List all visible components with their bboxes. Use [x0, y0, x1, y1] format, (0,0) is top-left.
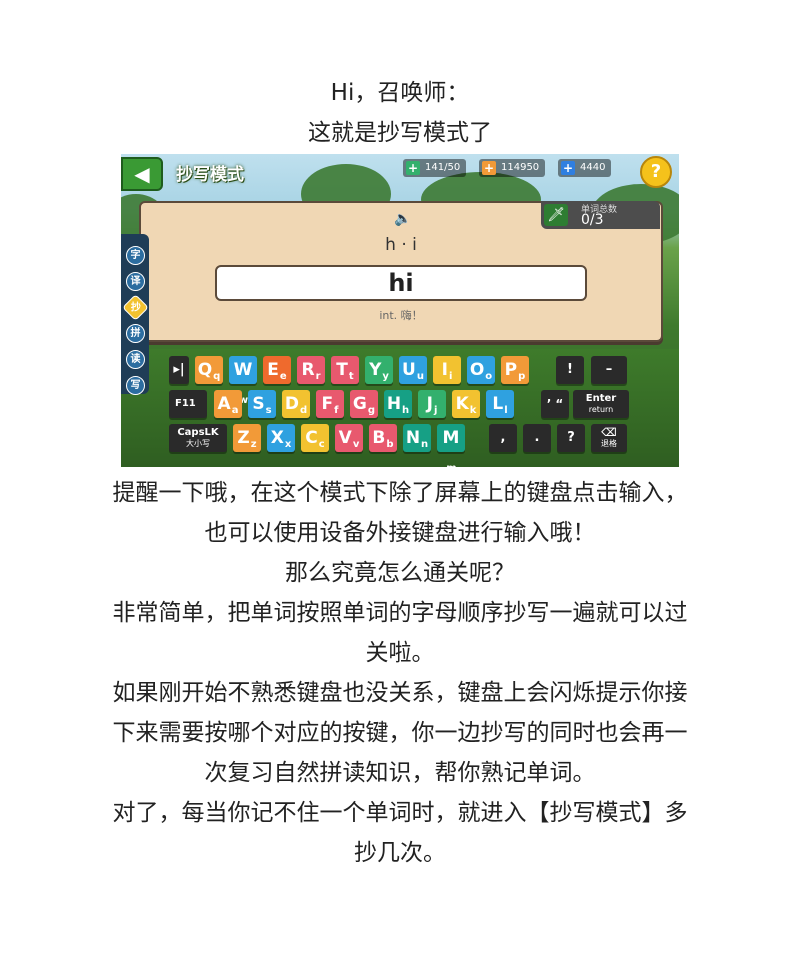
gems-stat: + 4440 — [558, 159, 612, 177]
key-g[interactable]: Gg — [350, 390, 378, 418]
sword-icon: 🗡 — [544, 204, 568, 226]
key-q[interactable]: Qq — [195, 356, 223, 384]
mode-tab[interactable]: 读 — [126, 350, 145, 369]
key-j[interactable]: Jj — [418, 390, 446, 418]
key-period[interactable]: . — [523, 424, 551, 452]
key-a[interactable]: Aa — [214, 390, 242, 418]
key-p[interactable]: Pp — [501, 356, 529, 384]
answer-input[interactable]: hi — [215, 265, 587, 301]
add-energy-icon[interactable]: + — [406, 161, 420, 175]
key-tab[interactable]: ▸| — [169, 356, 189, 384]
mode-tab[interactable]: 拼 — [126, 324, 145, 343]
key-b[interactable]: Bb — [369, 424, 397, 452]
add-coins-icon[interactable]: + — [482, 161, 496, 175]
key-comma[interactable]: , — [489, 424, 517, 452]
key-i[interactable]: Ii — [433, 356, 461, 384]
key-d[interactable]: Dd — [282, 390, 310, 418]
key-dash[interactable]: – — [591, 356, 627, 384]
intro-subtitle: 这就是抄写模式了 — [308, 120, 492, 146]
add-gems-icon[interactable]: + — [561, 161, 575, 175]
back-button[interactable]: ◀ — [121, 157, 163, 191]
key-quote[interactable]: ’ “ — [541, 390, 569, 418]
key-u[interactable]: Uu — [399, 356, 427, 384]
coins-value: 114950 — [501, 162, 540, 173]
key-x[interactable]: Xx — [267, 424, 295, 452]
back-arrow-icon: ◀ — [134, 162, 150, 186]
intro-greeting: Hi，召唤师： — [330, 80, 470, 106]
key-k[interactable]: Kk — [452, 390, 480, 418]
word-counter: 🗡 单词总数 0/3 — [541, 201, 660, 229]
syllables: h · i — [385, 235, 417, 255]
mode-title: 抄写模式 — [176, 165, 244, 185]
body-text: 提醒一下哦，在这个模式下除了屏幕上的键盘点击输入，也可以使用设备外接键盘进行输入… — [110, 473, 690, 873]
key-backspace[interactable]: ⌫ 退格 — [591, 424, 627, 452]
key-y[interactable]: Yy — [365, 356, 393, 384]
word-meaning: int. 嗨！ — [379, 309, 423, 322]
key-z[interactable]: Zz — [233, 424, 261, 452]
mode-tab[interactable]: 译 — [126, 272, 145, 291]
intro-text: Hi，召唤师： 这就是抄写模式了 — [110, 73, 690, 153]
game-screenshot: ◀ 抄写模式 + 141/50 + 114950 + 4440 ? 🔈 h · … — [121, 154, 679, 467]
gems-value: 4440 — [580, 162, 606, 173]
paragraph-question: 那么究竟怎么通关呢？ — [285, 560, 515, 586]
key-question[interactable]: ? — [557, 424, 585, 452]
key-n[interactable]: Nn — [403, 424, 431, 452]
key-f11[interactable]: F11 — [169, 390, 207, 418]
key-t[interactable]: Tt — [331, 356, 359, 384]
key-l[interactable]: Ll — [486, 390, 514, 418]
counter-value: 0/3 — [581, 212, 604, 228]
speaker-icon[interactable]: 🔈 — [394, 211, 411, 227]
backspace-icon: ⌫ — [601, 426, 617, 439]
key-e[interactable]: Ee — [263, 356, 291, 384]
key-s[interactable]: Ss — [248, 390, 276, 418]
energy-value: 141/50 — [425, 162, 461, 173]
key-f[interactable]: Ff — [316, 390, 344, 418]
key-o[interactable]: Oo — [467, 356, 495, 384]
mode-tab[interactable]: 写 — [126, 376, 145, 395]
paragraph-reminder: 对了，每当你记不住一个单词时，就进入【抄写模式】多抄几次。 — [112, 800, 688, 866]
key-w[interactable]: Ww — [229, 356, 257, 406]
key-r[interactable]: Rr — [297, 356, 325, 384]
paragraph-hint: 如果刚开始不熟悉键盘也没关系，键盘上会闪烁提示你接下来需要按哪个对应的按键，你一… — [112, 680, 688, 786]
key-h[interactable]: Hh — [384, 390, 412, 418]
key-enter[interactable]: Enter return — [573, 390, 629, 418]
key-v[interactable]: Vv — [335, 424, 363, 452]
help-button[interactable]: ? — [640, 156, 672, 188]
coins-stat: + 114950 — [479, 159, 546, 177]
paragraph-how-to-pass: 非常简单，把单词按照单词的字母顺序抄写一遍就可以过关啦。 — [112, 600, 688, 666]
mode-tab[interactable]: 字 — [126, 246, 145, 265]
key-exclamation[interactable]: ! — [556, 356, 584, 384]
mode-tab[interactable]: 抄 — [122, 294, 149, 321]
paragraph-keyboard-tip: 提醒一下哦，在这个模式下除了屏幕上的键盘点击输入，也可以使用设备外接键盘进行输入… — [112, 480, 688, 546]
key-c[interactable]: Cc — [301, 424, 329, 452]
key-m[interactable]: Mm — [437, 424, 465, 467]
key-capslock[interactable]: CapsLK 大小写 — [169, 424, 227, 452]
mode-tabs: 字译抄拼读写 — [121, 234, 149, 395]
energy-stat: + 141/50 — [403, 159, 467, 177]
